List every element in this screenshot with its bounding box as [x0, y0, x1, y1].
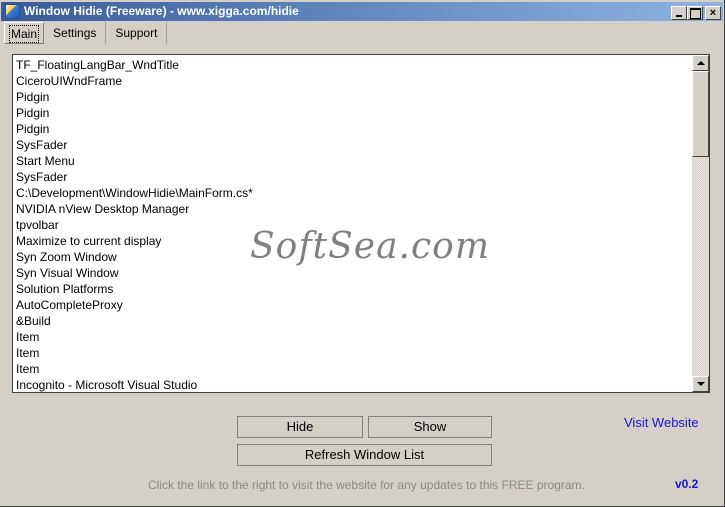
tab-settings[interactable]: Settings: [44, 22, 107, 44]
footer-note: Click the link to the right to visit the…: [148, 478, 585, 492]
list-item[interactable]: &Build: [16, 313, 691, 329]
window-title: Window Hidie (Freeware) - www.xigga.com/…: [24, 4, 299, 18]
tab-label: Main: [8, 25, 40, 43]
list-item[interactable]: Incognito - Microsoft Visual Studio: [16, 377, 691, 392]
list-item[interactable]: Pidgin: [16, 89, 691, 105]
window-listbox[interactable]: TF_FloatingLangBar_WndTitle CiceroUIWndFr…: [12, 54, 710, 393]
tab-label: Support: [115, 26, 158, 40]
list-item[interactable]: Item: [16, 329, 691, 345]
title-bar[interactable]: Window Hidie (Freeware) - www.xigga.com/…: [1, 2, 723, 21]
tab-label: Settings: [53, 26, 97, 40]
list-item[interactable]: NVIDIA nView Desktop Manager: [16, 201, 691, 217]
scroll-thumb[interactable]: [692, 71, 709, 157]
close-icon: ×: [709, 7, 717, 19]
version-label: v0.2: [675, 477, 699, 491]
list-item[interactable]: Item: [16, 361, 691, 377]
scroll-down-button[interactable]: [692, 376, 709, 392]
window-list: TF_FloatingLangBar_WndTitle CiceroUIWndFr…: [16, 57, 691, 392]
tab-bar: Main Settings Support: [4, 22, 168, 46]
list-item[interactable]: Start Menu: [16, 153, 691, 169]
arrow-down-icon: [697, 382, 705, 386]
list-item[interactable]: Pidgin: [16, 105, 691, 121]
list-item[interactable]: C:\Development\WindowHidie\MainForm.cs*: [16, 185, 691, 201]
list-item[interactable]: Maximize to current display: [16, 233, 691, 249]
list-item[interactable]: Pidgin: [16, 121, 691, 137]
vertical-scrollbar[interactable]: [692, 55, 709, 392]
list-item[interactable]: SysFader: [16, 137, 691, 153]
visit-website-link[interactable]: Visit Website: [624, 415, 699, 430]
list-item[interactable]: SysFader: [16, 169, 691, 185]
list-item[interactable]: CiceroUIWndFrame: [16, 73, 691, 89]
maximize-button[interactable]: [687, 6, 703, 20]
tab-main[interactable]: Main: [4, 22, 45, 44]
hide-button[interactable]: Hide: [237, 416, 363, 438]
scroll-up-button[interactable]: [692, 55, 709, 71]
list-item[interactable]: Syn Visual Window: [16, 265, 691, 281]
tab-support[interactable]: Support: [106, 22, 168, 44]
list-item[interactable]: Item: [16, 345, 691, 361]
list-item[interactable]: Syn Zoom Window: [16, 249, 691, 265]
refresh-window-list-button[interactable]: Refresh Window List: [237, 444, 492, 466]
app-icon[interactable]: [5, 4, 20, 19]
list-item[interactable]: TF_FloatingLangBar_WndTitle: [16, 57, 691, 73]
arrow-up-icon: [697, 61, 705, 65]
list-item[interactable]: tpvolbar: [16, 217, 691, 233]
list-item[interactable]: AutoCompleteProxy: [16, 297, 691, 313]
close-button[interactable]: ×: [705, 6, 721, 20]
minimize-button[interactable]: [671, 6, 687, 20]
show-button[interactable]: Show: [368, 416, 492, 438]
main-window: Window Hidie (Freeware) - www.xigga.com/…: [0, 0, 725, 507]
list-item[interactable]: Solution Platforms: [16, 281, 691, 297]
